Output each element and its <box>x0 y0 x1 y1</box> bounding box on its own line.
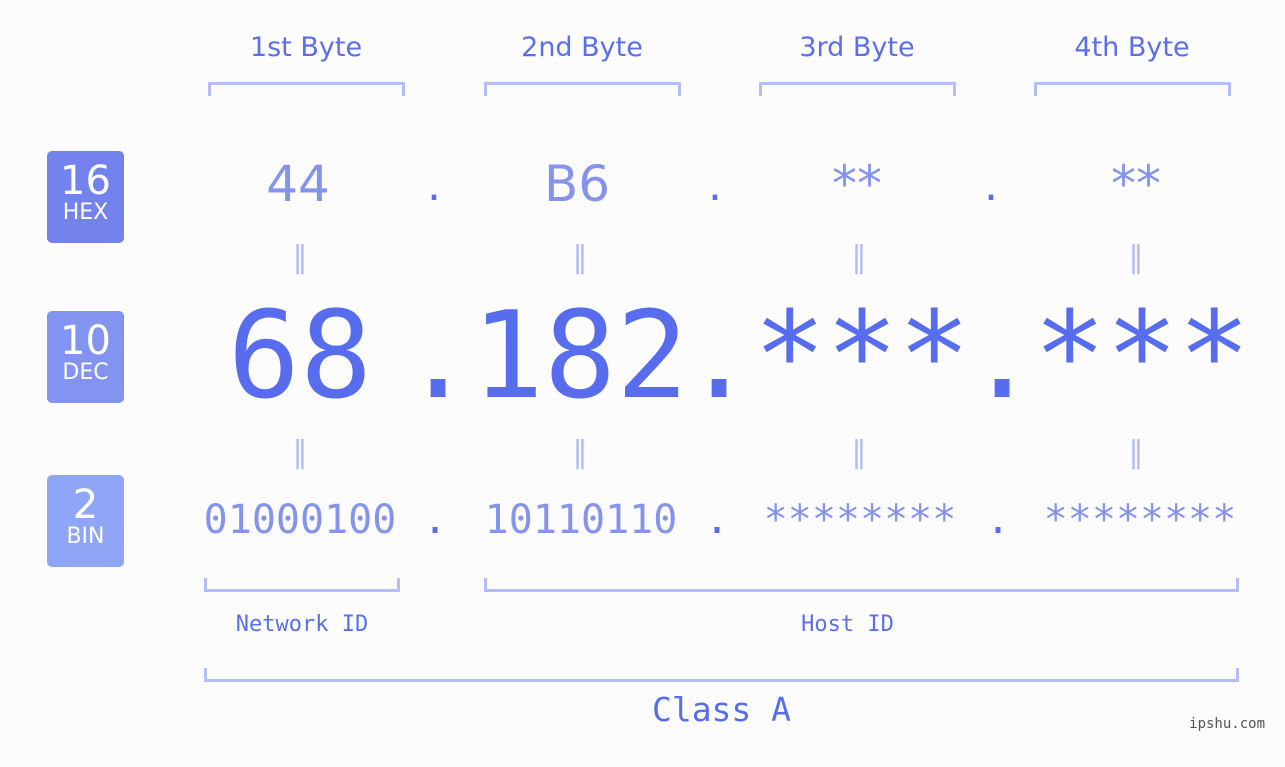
network-id-bracket <box>204 578 400 592</box>
dec-base-number: 10 <box>60 318 111 364</box>
equals-dec-bin-2: ‖ <box>572 435 588 470</box>
hex-dot-3: . <box>984 160 998 211</box>
byte-bracket-1 <box>208 82 405 96</box>
dec-dot-1: . <box>402 287 475 426</box>
hex-dot-2: . <box>708 160 722 211</box>
bin-base-number: 2 <box>72 482 99 528</box>
equals-dec-bin-1: ‖ <box>292 435 308 470</box>
host-id-bracket <box>484 578 1239 592</box>
byte-header-4: 4th Byte <box>1074 32 1190 63</box>
hex-byte-1: 44 <box>266 155 330 213</box>
equals-hex-dec-2: ‖ <box>572 240 588 275</box>
class-bracket <box>204 668 1239 682</box>
byte-bracket-3 <box>759 82 956 96</box>
bin-dot-3: . <box>986 497 1011 543</box>
byte-header-3: 3rd Byte <box>799 32 915 63</box>
equals-hex-dec-1: ‖ <box>292 240 308 275</box>
byte-header-2: 2nd Byte <box>521 32 643 63</box>
equals-dec-bin-4: ‖ <box>1128 435 1144 470</box>
bin-badge: 2 BIN <box>47 475 124 567</box>
byte-bracket-4 <box>1034 82 1231 96</box>
equals-hex-dec-4: ‖ <box>1128 240 1144 275</box>
hex-base-number: 16 <box>60 158 111 204</box>
dec-byte-1: 68 <box>227 287 373 426</box>
dec-badge: 10 DEC <box>47 311 124 403</box>
hex-byte-4: ** <box>1111 155 1161 213</box>
bin-base-label: BIN <box>66 524 105 549</box>
network-id-label: Network ID <box>235 612 369 637</box>
dec-byte-4: *** <box>1033 287 1251 426</box>
equals-hex-dec-3: ‖ <box>851 240 867 275</box>
hex-byte-2: B6 <box>543 155 611 213</box>
bin-dot-2: . <box>705 497 730 543</box>
equals-dec-bin-3: ‖ <box>851 435 867 470</box>
hex-dot-1: . <box>427 160 441 211</box>
class-label: Class A <box>651 690 792 729</box>
bin-byte-3: ******** <box>763 497 957 543</box>
dec-base-label: DEC <box>62 360 109 385</box>
dec-byte-2: 182 <box>471 287 689 426</box>
dec-dot-3: . <box>966 287 1039 426</box>
dec-dot-2: . <box>683 287 756 426</box>
bin-byte-2: 10110110 <box>484 497 678 543</box>
bin-byte-1: 01000100 <box>203 497 397 543</box>
bin-dot-1: . <box>423 497 448 543</box>
watermark: ipshu.com <box>1189 716 1265 732</box>
dec-byte-3: *** <box>753 287 971 426</box>
host-id-label: Host ID <box>801 612 894 637</box>
byte-header-1: 1st Byte <box>249 32 363 63</box>
bin-byte-4: ******** <box>1043 497 1237 543</box>
hex-base-label: HEX <box>62 200 109 225</box>
byte-bracket-2 <box>484 82 681 96</box>
hex-byte-3: ** <box>832 155 882 213</box>
hex-badge: 16 HEX <box>47 151 124 243</box>
